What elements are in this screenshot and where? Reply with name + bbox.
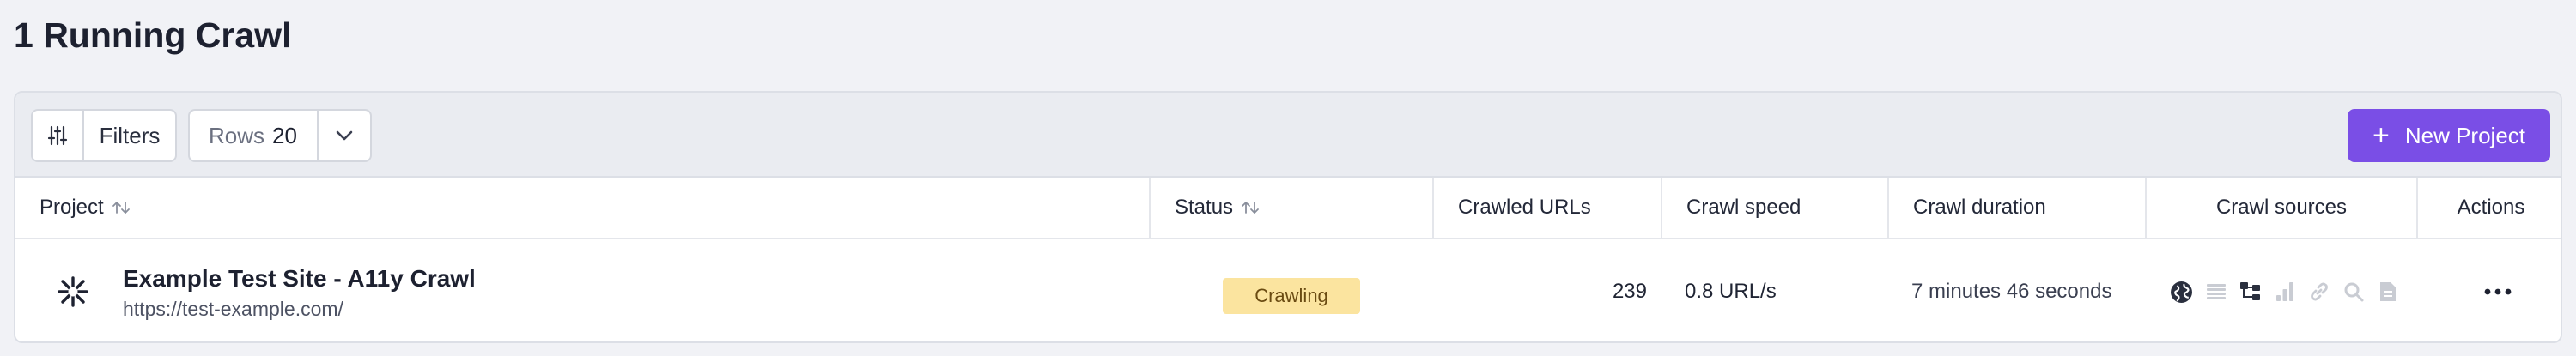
project-logo-icon (57, 275, 89, 308)
table-header: Project Status Crawled URLs Crawl speed (15, 178, 2561, 239)
column-header-actions: Actions (2416, 178, 2561, 238)
page-title: 1 Running Crawl (14, 15, 292, 55)
column-header-status[interactable]: Status (1149, 178, 1261, 238)
column-label-status: Status (1175, 196, 1234, 219)
sort-icon (111, 199, 131, 216)
column-header-project[interactable]: Project (39, 178, 131, 238)
rows-per-page-select[interactable]: Rows 20 (188, 109, 372, 162)
more-actions-button[interactable] (2476, 278, 2519, 305)
filters-label: Filters (99, 122, 161, 148)
project-url[interactable]: https://test-example.com/ (123, 298, 343, 321)
column-label-crawl-sources: Crawl sources (2215, 196, 2348, 219)
file-icon (2375, 280, 2400, 305)
column-header-crawl-duration: Crawl duration (1887, 178, 2046, 238)
rows-value: 20 (272, 122, 297, 148)
analytics-icon (2272, 280, 2297, 305)
sliders-icon (33, 111, 84, 160)
chevron-down-icon (336, 130, 353, 141)
more-horizontal-icon (2484, 288, 2512, 295)
crawl-duration-value: 7 minutes 46 seconds (1911, 279, 2112, 303)
crawled-urls-value: 239 (1612, 279, 1647, 303)
filters-button[interactable]: Filters (31, 109, 177, 162)
column-label-crawled-urls: Crawled URLs (1458, 196, 1591, 219)
table-row[interactable]: Example Test Site - A11y Crawl https://t… (15, 239, 2561, 341)
status-badge: Crawling (1223, 278, 1360, 314)
new-project-label: New Project (2404, 122, 2525, 148)
projects-panel: Filters Rows 20 + New Project Project St… (14, 91, 2562, 343)
rows-label: Rows (209, 122, 265, 148)
toolbar: Filters Rows 20 + New Project (15, 93, 2561, 178)
column-header-crawl-speed: Crawl speed (1661, 178, 1801, 238)
rows-dropdown-button[interactable] (319, 111, 370, 160)
crawl-speed-value: 0.8 URL/s (1685, 279, 1777, 303)
globe-icon (2169, 280, 2194, 305)
column-label-project: Project (39, 196, 104, 219)
list-icon (2203, 280, 2228, 305)
rows-display: Rows 20 (190, 111, 319, 160)
search-icon (2341, 280, 2366, 305)
new-project-button[interactable]: + New Project (2348, 109, 2550, 162)
column-label-crawl-duration: Crawl duration (1913, 196, 2046, 219)
column-header-crawl-sources: Crawl sources (2145, 178, 2416, 238)
project-name[interactable]: Example Test Site - A11y Crawl (123, 265, 476, 293)
sort-icon (1240, 199, 1261, 216)
link-icon (2306, 280, 2331, 305)
column-label-actions: Actions (2457, 196, 2525, 219)
plus-icon: + (2372, 119, 2390, 152)
sitemap-icon (2238, 280, 2263, 305)
column-header-crawled-urls: Crawled URLs (1432, 178, 1591, 238)
column-label-crawl-speed: Crawl speed (1686, 196, 1801, 219)
crawl-sources (2169, 279, 2400, 305)
